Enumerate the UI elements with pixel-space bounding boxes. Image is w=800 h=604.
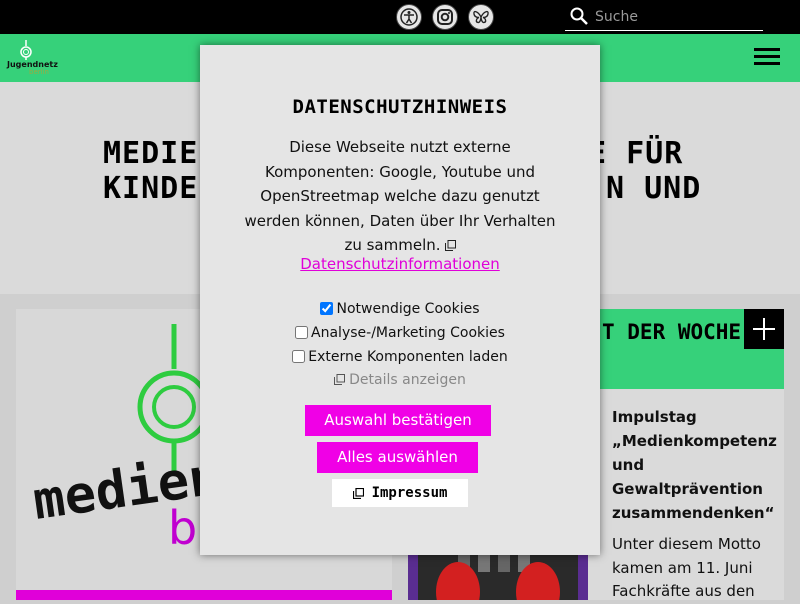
dialog-text: Diese Webseite nutzt externe Komponenten…	[244, 135, 556, 258]
expand-button[interactable]	[744, 309, 784, 349]
hero-title-line2-end: N UND	[606, 171, 702, 206]
option-external[interactable]: Externe Komponenten laden	[200, 349, 600, 365]
details-label: Details anzeigen	[349, 372, 466, 388]
butterfly-icon[interactable]	[468, 4, 494, 30]
imprint-label: Impressum	[371, 485, 448, 501]
select-all-button[interactable]: Alles auswählen	[317, 442, 478, 473]
card-left-footer-bar	[16, 590, 392, 600]
external-components-label: Externe Komponenten laden	[308, 349, 508, 365]
necessary-cookies-label: Notwendige Cookies	[336, 301, 480, 317]
option-analytics[interactable]: Analyse-/Marketing Cookies	[200, 325, 600, 341]
imprint-icon	[352, 488, 364, 499]
feature-title: T DER WOCHE	[602, 320, 742, 344]
imprint-button[interactable]: Impressum	[332, 479, 468, 507]
logo-subtext: berlin	[29, 68, 49, 76]
external-components-checkbox[interactable]	[292, 350, 306, 363]
search-input[interactable]	[595, 6, 755, 28]
analytics-cookies-checkbox[interactable]	[295, 326, 309, 339]
analytics-cookies-label: Analyse-/Marketing Cookies	[311, 325, 505, 341]
search-icon[interactable]	[569, 6, 589, 30]
details-icon	[334, 374, 346, 385]
event-photo	[418, 552, 578, 600]
news-excerpt: Unter diesem Motto kamen am 11. Juni Fac…	[612, 535, 761, 600]
menu-icon[interactable]	[752, 44, 782, 72]
external-link-icon	[444, 240, 456, 251]
dialog-title: DATENSCHUTZHINWEIS	[292, 96, 508, 118]
hero-title-line1-start: MEDIE	[103, 136, 199, 171]
privacy-dialog: DATENSCHUTZHINWEIS Diese Webseite nutzt …	[200, 45, 600, 555]
search-box[interactable]	[565, 4, 763, 31]
svg-text:b: b	[168, 501, 197, 555]
dialog-text-body: Diese Webseite nutzt externe Komponenten…	[244, 138, 556, 254]
confirm-selection-button[interactable]: Auswahl bestätigen	[305, 405, 491, 436]
hero-title-line2-start: KINDE	[103, 171, 199, 206]
details-toggle[interactable]: Details anzeigen	[200, 372, 600, 388]
option-necessary[interactable]: Notwendige Cookies	[200, 301, 600, 317]
hero-title-line1-end: E FÜR	[588, 136, 684, 171]
site-logo[interactable]: Jugendnetz berlin	[6, 40, 58, 78]
necessary-cookies-checkbox[interactable]	[320, 302, 334, 315]
instagram-icon[interactable]	[432, 4, 458, 30]
accessibility-icon[interactable]	[396, 4, 422, 30]
news-title[interactable]: Impulstag „Medienkompetenz und Gewaltprä…	[612, 405, 782, 525]
privacy-info-link[interactable]: Datenschutzinformationen	[200, 255, 600, 273]
